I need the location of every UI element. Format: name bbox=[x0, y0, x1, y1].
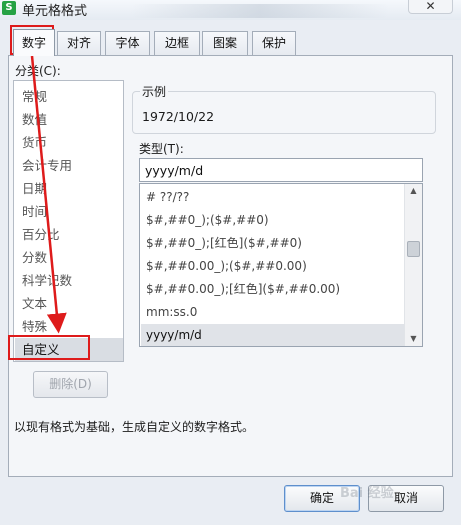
tab-number[interactable]: 数字 bbox=[13, 29, 55, 56]
annotation-arrow bbox=[30, 55, 67, 334]
